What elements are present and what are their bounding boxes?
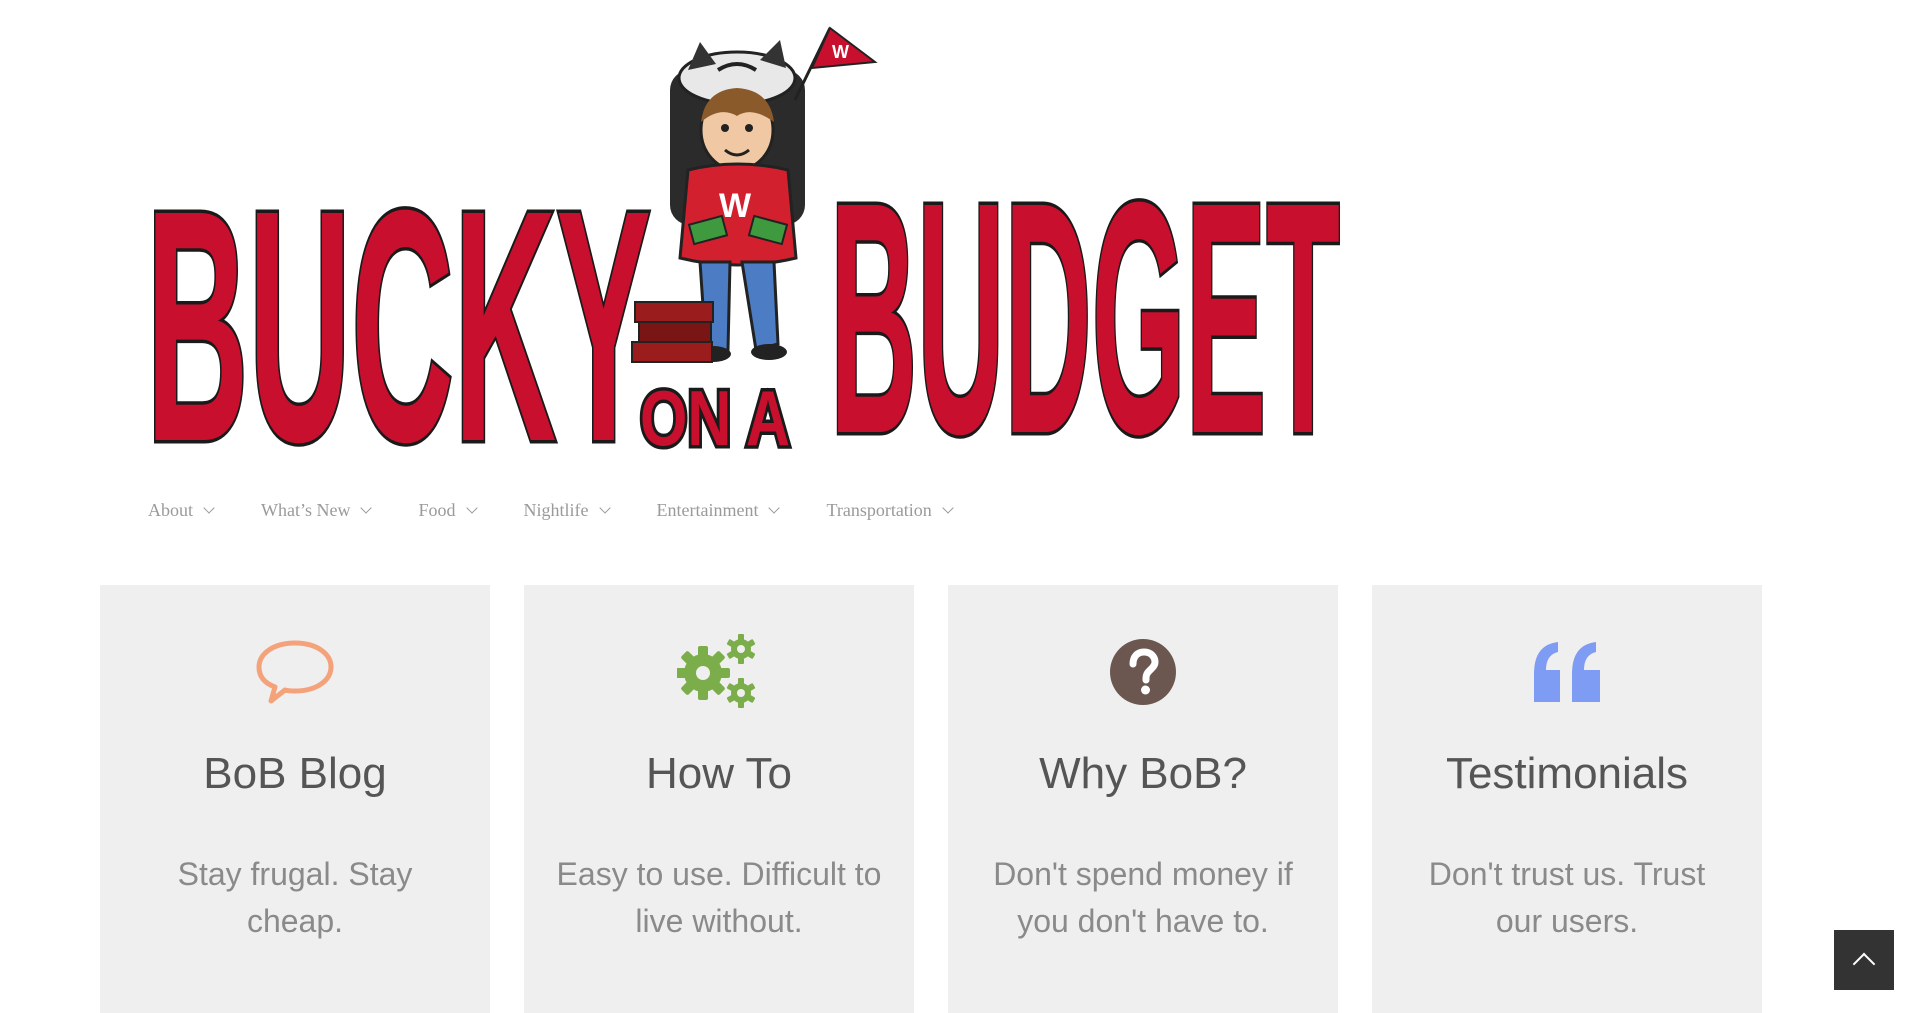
card-testimonials[interactable]: Testimonials Don't trust us. Trust our u… [1372, 585, 1762, 1013]
chevron-down-icon [942, 502, 954, 514]
chevron-down-icon [465, 502, 478, 514]
card-title: Why BoB? [1039, 749, 1247, 798]
nav-item-label: About [148, 500, 193, 520]
nav-item-label: Entertainment [656, 500, 759, 520]
card-title: Testimonials [1445, 749, 1689, 798]
flag-letter: W [832, 42, 849, 62]
nav-item-entertainment[interactable]: Entertainment [656, 500, 781, 521]
logo-word-on-a: ON A [640, 374, 790, 460]
quote-icon [1522, 632, 1612, 712]
logo-word-budget: BUDGET [830, 133, 1340, 460]
gears-icon [674, 632, 764, 712]
main-nav: About What’s New Food Nightlife Entertai… [148, 500, 1000, 521]
chevron-down-icon [203, 502, 215, 514]
card-why-bob[interactable]: Why BoB? Don't spend money if you don't … [948, 585, 1338, 1013]
nav-item-label: Food [418, 500, 456, 520]
shirt-letter: W [719, 187, 752, 225]
site-logo[interactable]: BUCKY W W ON A BUDGET [140, 20, 1360, 460]
scroll-to-top-button[interactable] [1834, 930, 1894, 990]
chevron-down-icon [768, 502, 781, 514]
card-description: Don't trust us. Trust our users. [1428, 856, 1706, 939]
chevron-up-icon [1852, 952, 1876, 976]
nav-item-about[interactable]: About [148, 500, 215, 521]
card-bob-blog[interactable]: BoB Blog Stay frugal. Stay cheap. [100, 585, 490, 1013]
nav-item-whats-new[interactable]: What’s New [261, 500, 373, 521]
chevron-down-icon [360, 502, 373, 514]
nav-item-label: Nightlife [523, 500, 589, 520]
card-description: Easy to use. Difficult to live without. [556, 856, 882, 939]
feature-cards: BoB Blog Stay frugal. Stay cheap. How To… [100, 585, 1762, 1013]
nav-item-transportation[interactable]: Transportation [826, 500, 954, 521]
card-description: Don't spend money if you don't have to. [993, 856, 1293, 939]
card-title: How To [646, 749, 792, 798]
card-description: Stay frugal. Stay cheap. [177, 856, 413, 939]
question-circle-icon [1098, 632, 1188, 712]
chevron-down-icon [598, 502, 611, 514]
nav-item-food[interactable]: Food [418, 500, 478, 521]
card-how-to[interactable]: How To Easy to use. Difficult to live wi… [524, 585, 914, 1013]
nav-item-label: Transportation [826, 500, 932, 520]
nav-item-label: What’s New [261, 500, 351, 520]
card-title: BoB Blog [203, 749, 387, 798]
speech-bubble-icon [250, 632, 340, 712]
logo-word-bucky: BUCKY [146, 141, 651, 460]
nav-item-nightlife[interactable]: Nightlife [523, 500, 611, 521]
